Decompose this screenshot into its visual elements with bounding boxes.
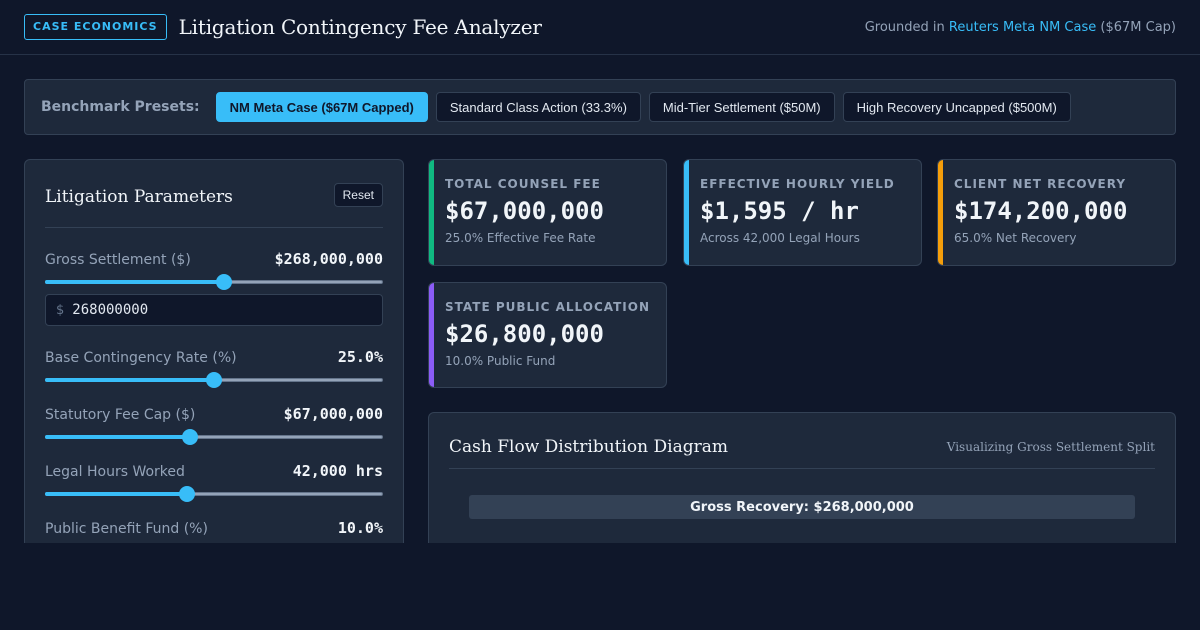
card-value: $26,800,000 <box>445 320 604 348</box>
statutory-fee-cap-slider[interactable] <box>45 429 383 445</box>
base-contingency-rate-slider[interactable] <box>45 372 383 388</box>
card-accent <box>938 160 943 265</box>
param-label: Public Benefit Fund (%) <box>45 521 208 537</box>
card-label: TOTAL COUNSEL FEE <box>445 177 601 191</box>
grounded-suffix: ($67M Cap) <box>1100 19 1176 35</box>
gross-recovery-bar: Gross Recovery: $268,000,000 <box>469 495 1135 519</box>
gross-settlement-slider[interactable] <box>45 274 383 290</box>
card-value: $1,595 / hr <box>700 197 859 225</box>
card-value: $174,200,000 <box>954 197 1128 225</box>
card-subtext: 25.0% Effective Fee Rate <box>445 231 596 245</box>
preset-standard-class-action-button[interactable]: Standard Class Action (33.3%) <box>435 92 641 122</box>
diagram-title: Cash Flow Distribution Diagram <box>449 436 728 457</box>
param-label: Legal Hours Worked <box>45 464 185 480</box>
slider-thumb[interactable] <box>182 429 199 445</box>
currency-prefix: $ <box>56 302 65 318</box>
param-label: Base Contingency Rate (%) <box>45 350 237 366</box>
grounded-source-link[interactable]: Reuters Meta NM Case <box>949 20 1096 35</box>
case-economics-badge: CASE ECONOMICS <box>24 14 167 40</box>
litigation-parameters-panel: Litigation Parameters Reset Gross Settle… <box>24 159 404 543</box>
param-gross-settlement: Gross Settlement ($) $268,000,000 $ 2680… <box>45 250 383 326</box>
preset-mid-tier-settlement-button[interactable]: Mid-Tier Settlement ($50M) <box>648 92 835 122</box>
param-value: 25.0% <box>337 348 383 366</box>
card-label: EFFECTIVE HOURLY YIELD <box>700 177 895 191</box>
slider-thumb[interactable] <box>216 274 233 290</box>
params-header: Litigation Parameters Reset <box>45 172 383 228</box>
params-title: Litigation Parameters <box>45 186 233 207</box>
param-value: 10.0% <box>337 519 383 537</box>
param-base-contingency-rate: Base Contingency Rate (%) 25.0% <box>45 348 383 388</box>
gross-settlement-input[interactable]: $ 268000000 <box>45 294 383 326</box>
param-value: $67,000,000 <box>283 405 383 423</box>
slider-fill <box>45 492 187 496</box>
cash-flow-diagram-panel: Cash Flow Distribution Diagram Visualizi… <box>428 412 1176 543</box>
effective-hourly-yield-card: EFFECTIVE HOURLY YIELD $1,595 / hr Acros… <box>683 159 922 266</box>
card-label: CLIENT NET RECOVERY <box>954 177 1127 191</box>
card-subtext: 65.0% Net Recovery <box>954 231 1077 245</box>
app-title: Litigation Contingency Fee Analyzer <box>178 15 542 39</box>
card-accent <box>429 283 434 387</box>
card-accent <box>684 160 689 265</box>
total-counsel-fee-card: TOTAL COUNSEL FEE $67,000,000 25.0% Effe… <box>428 159 667 266</box>
slider-fill <box>45 378 214 382</box>
param-statutory-fee-cap: Statutory Fee Cap ($) $67,000,000 <box>45 405 383 445</box>
param-value: $268,000,000 <box>274 250 383 268</box>
slider-fill <box>45 435 191 439</box>
param-legal-hours-worked: Legal Hours Worked 42,000 hrs <box>45 462 383 502</box>
reset-button[interactable]: Reset <box>333 182 383 207</box>
slider-thumb[interactable] <box>178 486 195 502</box>
preset-nm-meta-case-button[interactable]: NM Meta Case ($67M Capped) <box>215 92 428 122</box>
param-value: 42,000 hrs <box>292 462 383 480</box>
card-label: STATE PUBLIC ALLOCATION <box>445 300 651 314</box>
app-header: CASE ECONOMICS Litigation Contingency Fe… <box>0 0 1200 55</box>
client-net-recovery-card: CLIENT NET RECOVERY $174,200,000 65.0% N… <box>937 159 1176 266</box>
gross-settlement-input-value[interactable]: 268000000 <box>72 302 148 318</box>
diagram-header: Cash Flow Distribution Diagram Visualizi… <box>449 413 1155 469</box>
grounded-note: Grounded in Reuters Meta NM Case ($67M C… <box>865 20 1176 35</box>
card-subtext: Across 42,000 Legal Hours <box>700 231 860 245</box>
state-public-allocation-card: STATE PUBLIC ALLOCATION $26,800,000 10.0… <box>428 282 667 388</box>
card-subtext: 10.0% Public Fund <box>445 354 556 368</box>
slider-fill <box>45 280 225 284</box>
card-value: $67,000,000 <box>445 197 604 225</box>
param-label: Statutory Fee Cap ($) <box>45 407 196 423</box>
param-public-benefit-fund: Public Benefit Fund (%) 10.0% <box>45 519 383 543</box>
diagram-subtitle: Visualizing Gross Settlement Split <box>946 439 1155 454</box>
param-label: Gross Settlement ($) <box>45 252 191 268</box>
grounded-prefix: Grounded in <box>864 19 945 35</box>
benchmark-presets-bar: Benchmark Presets: NM Meta Case ($67M Ca… <box>24 79 1176 135</box>
card-accent <box>429 160 434 265</box>
slider-thumb[interactable] <box>206 372 222 388</box>
preset-high-recovery-uncapped-button[interactable]: High Recovery Uncapped ($500M) <box>842 92 1071 122</box>
legal-hours-worked-slider[interactable] <box>45 486 383 502</box>
presets-label: Benchmark Presets: <box>41 99 200 115</box>
